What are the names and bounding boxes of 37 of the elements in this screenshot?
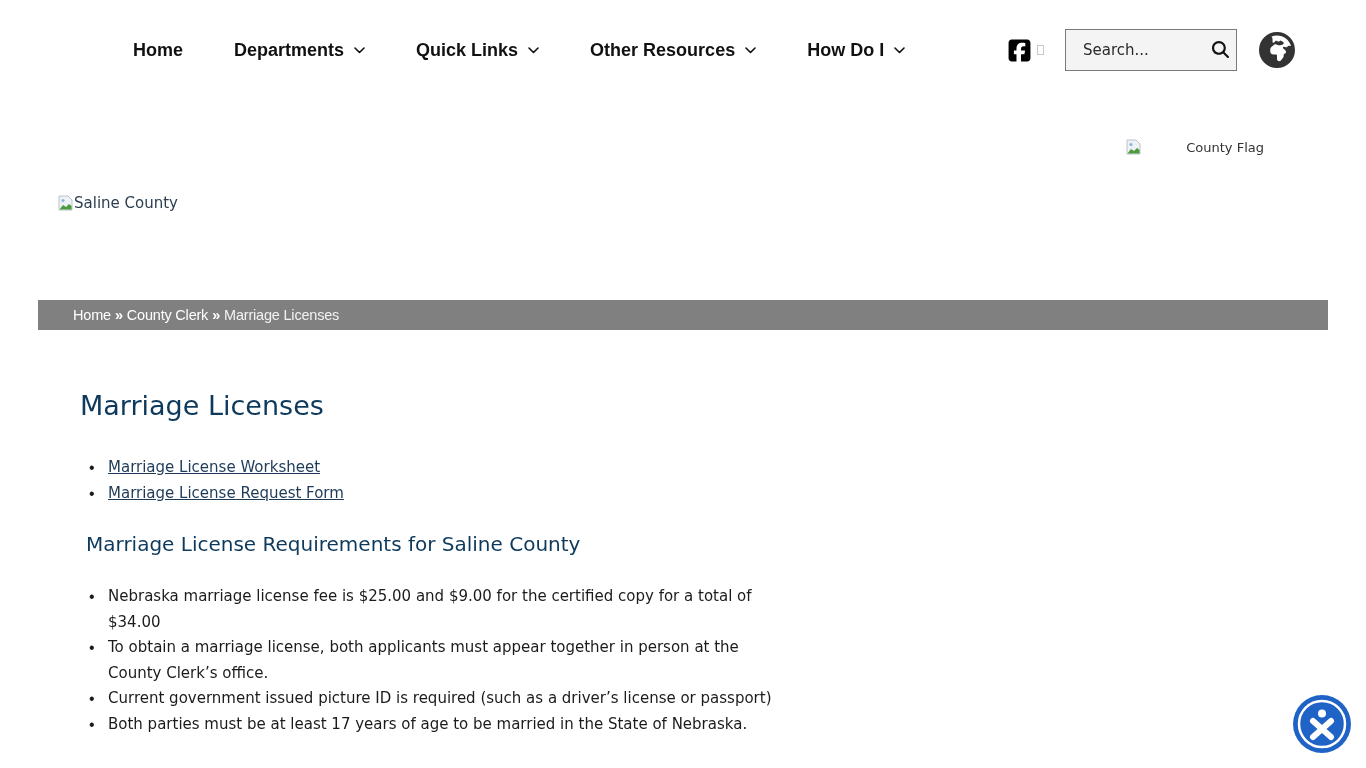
requirement-text: Both parties must be at least 17 years of age to be married in the State of Nebraska. [108, 713, 749, 735]
breadcrumb-separator: » [114, 307, 123, 323]
page-title: Marriage Licenses [80, 390, 324, 421]
search-icon [1212, 41, 1229, 58]
broken-image-icon [1126, 139, 1143, 155]
section-heading: Marriage License Requirements for Saline County [86, 532, 581, 556]
broken-image-icon [58, 195, 74, 211]
flag-image-alt-text: County Flag [1186, 139, 1264, 155]
list-bullet: • [88, 458, 96, 478]
accessibility-button[interactable] [1293, 695, 1351, 753]
list-bullet: • [88, 587, 96, 607]
breadcrumb-separator: » [212, 307, 221, 323]
breadcrumb-link[interactable]: County Clerk [126, 307, 209, 323]
list-bullet: • [88, 714, 96, 735]
list-bullet: • [88, 483, 96, 504]
missing-glyph-icon [1037, 45, 1044, 55]
nav-link[interactable]: Quick Links [416, 39, 540, 61]
search-field[interactable]: Search... [1065, 29, 1237, 71]
breadcrumb-link[interactable]: Home [73, 307, 111, 323]
requirement-text: Current government issued picture ID is required (such as a driver’s license or passport) [108, 688, 773, 709]
accessibility-icon [1293, 695, 1351, 753]
nav-link[interactable]: Home [133, 39, 183, 61]
requirement-text: To obtain a marriage license, both applicants must appear together in person at the County Clerk’s office. [108, 637, 740, 684]
nav-link[interactable]: How Do I [807, 39, 906, 61]
facebook-button[interactable] [1007, 37, 1032, 63]
document-link[interactable]: Marriage License Worksheet [108, 455, 321, 481]
nav-link[interactable]: Departments [234, 39, 366, 61]
document-link[interactable]: Marriage License Request Form [108, 480, 344, 506]
facebook-icon [1007, 37, 1032, 63]
nav-link[interactable]: Other Resources [590, 39, 757, 61]
language-button[interactable] [1259, 32, 1295, 68]
globe-icon [1259, 32, 1295, 68]
breadcrumb-current: Marriage Licenses [224, 307, 340, 323]
requirement-text: Nebraska marriage license fee is $25.00 and $9.00 for the certified copy for a total of $34.00 [108, 586, 753, 633]
logo-image-alt-text: Saline County [74, 194, 178, 212]
list-bullet: • [88, 638, 96, 658]
list-bullet: • [88, 689, 96, 709]
